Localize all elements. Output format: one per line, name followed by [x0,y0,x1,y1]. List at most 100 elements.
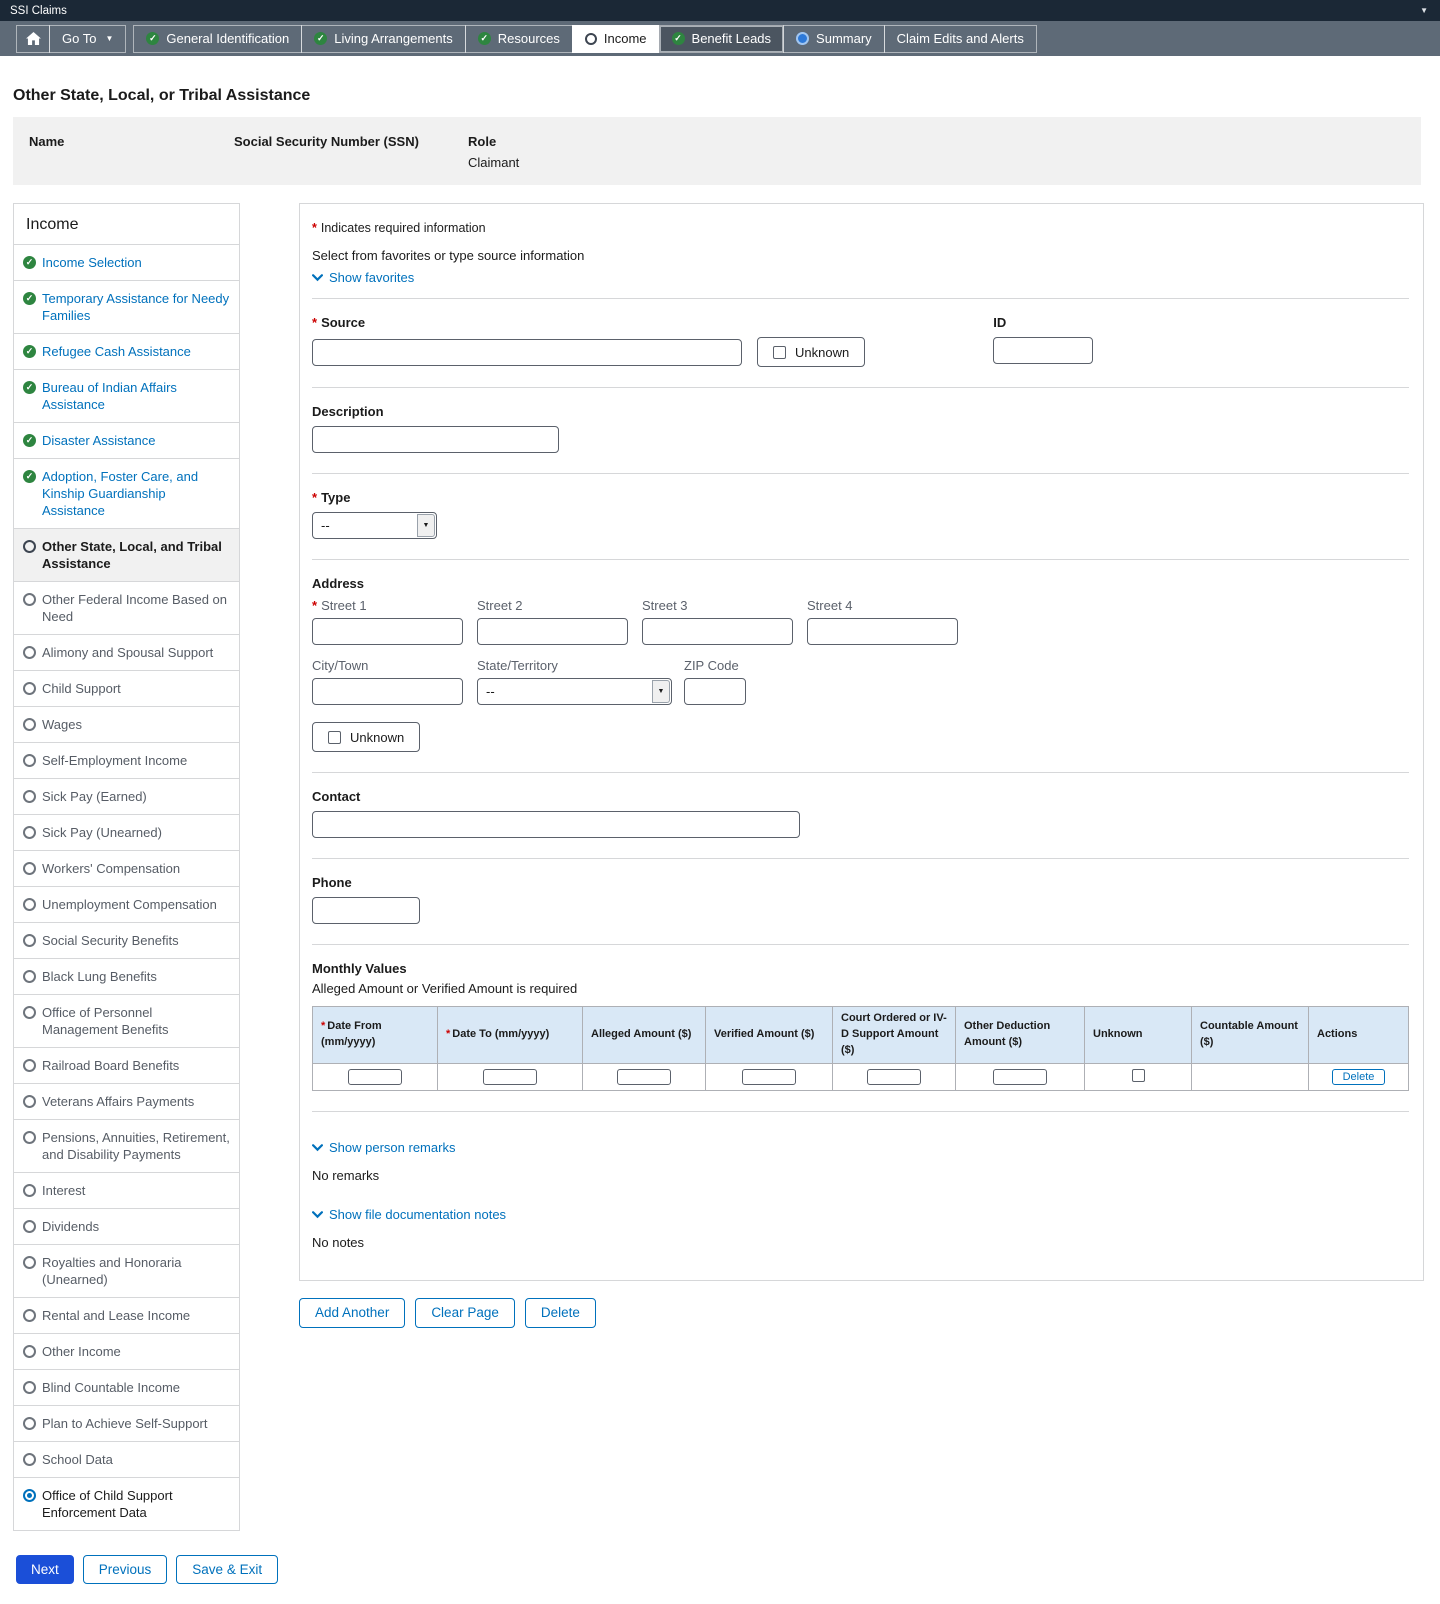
sidebar-item[interactable]: Royalties and Honoraria (Unearned) [14,1244,239,1297]
street1-input[interactable] [312,618,463,645]
home-button[interactable] [16,25,50,53]
chevron-down-icon [312,274,323,282]
sidebar-item[interactable]: Adoption, Foster Care, and Kinship Guard… [14,458,239,528]
sidebar-item[interactable]: Dividends [14,1208,239,1244]
sidebar-item[interactable]: Workers' Compensation [14,850,239,886]
checkbox-icon[interactable] [328,731,341,744]
row-unknown-checkbox[interactable] [1132,1069,1145,1082]
description-input[interactable] [312,426,559,453]
sidebar-item[interactable]: Bureau of Indian Affairs Assistance [14,369,239,422]
sidebar-item-label: Office of Child Support Enforcement Data [42,1487,231,1521]
sidebar-item[interactable]: Alimony and Spousal Support [14,634,239,670]
previous-button[interactable]: Previous [83,1555,168,1584]
id-input[interactable] [993,337,1093,364]
source-section: Source Unknown ID [312,299,1409,388]
sidebar-item[interactable]: Sick Pay (Unearned) [14,814,239,850]
sidebar-item[interactable]: Blind Countable Income [14,1369,239,1405]
sidebar-item[interactable]: School Data [14,1441,239,1477]
source-input[interactable] [312,339,742,366]
sidebar-item[interactable]: Temporary Assistance for Needy Families [14,280,239,333]
other-deduction-amount-input[interactable] [993,1069,1047,1085]
nav-tab[interactable]: Living Arrangements [301,25,466,53]
phone-input[interactable] [312,897,420,924]
required-asterisk [312,315,321,330]
nav-tab[interactable]: Benefit Leads [659,25,785,53]
sidebar-item[interactable]: Disaster Assistance [14,422,239,458]
income-sidebar: Income Income Selection Temporary Assist… [13,203,240,1531]
sidebar-item[interactable]: Unemployment Compensation [14,886,239,922]
street2-input[interactable] [477,618,628,645]
show-file-notes-link[interactable]: Show file documentation notes [312,1207,506,1222]
nav-tab[interactable]: General Identification [133,25,302,53]
sidebar-item-label: Dividends [42,1218,99,1235]
item-status-icon [23,934,36,947]
sidebar-item-label: Refugee Cash Assistance [42,343,191,360]
zip-input[interactable] [684,678,746,705]
type-select[interactable]: -- ▼ [312,512,437,539]
show-favorites-link[interactable]: Show favorites [312,270,414,285]
sidebar-item[interactable]: Plan to Achieve Self-Support [14,1405,239,1441]
nav-tab[interactable]: Income [572,25,660,53]
sidebar-item[interactable]: Self-Employment Income [14,742,239,778]
sidebar-item[interactable]: Other Income [14,1333,239,1369]
monthly-values-table: Date From (mm/yyyy) Date To (mm/yyyy) Al… [312,1006,1409,1091]
sidebar-item[interactable]: Railroad Board Benefits [14,1047,239,1083]
contact-input[interactable] [312,811,800,838]
street4-input[interactable] [807,618,958,645]
save-exit-button[interactable]: Save & Exit [176,1555,278,1584]
street3-input[interactable] [642,618,793,645]
court-ordered-amount-input[interactable] [867,1069,921,1085]
add-another-button[interactable]: Add Another [299,1298,405,1328]
verified-amount-input[interactable] [742,1069,796,1085]
sidebar-item[interactable]: Refugee Cash Assistance [14,333,239,369]
sidebar-item[interactable]: Other Federal Income Based on Need [14,581,239,634]
tab-status-icon [585,33,597,45]
file-notes-block: Show file documentation notes No notes [312,1207,1409,1250]
date-from-input[interactable] [348,1069,402,1085]
sidebar-item-label: Other Income [42,1343,121,1360]
sidebar-item-label: Sick Pay (Earned) [42,788,147,805]
sidebar-item[interactable]: Wages [14,706,239,742]
state-select[interactable]: -- ▼ [477,678,672,705]
sidebar-item[interactable]: Pensions, Annuities, Retirement, and Dis… [14,1119,239,1172]
sidebar-item-label: School Data [42,1451,113,1468]
delete-button[interactable]: Delete [525,1298,596,1328]
sidebar-item[interactable]: Income Selection [14,244,239,280]
next-button[interactable]: Next [16,1555,74,1584]
item-status-icon [23,470,36,483]
item-status-icon [23,790,36,803]
column-header: Date From (mm/yyyy) [313,1007,438,1064]
sidebar-item-label: Pensions, Annuities, Retirement, and Dis… [42,1129,231,1163]
alleged-amount-input[interactable] [617,1069,671,1085]
item-status-icon [23,1489,36,1502]
sidebar-item[interactable]: Office of Personnel Management Benefits [14,994,239,1047]
required-asterisk [312,490,321,505]
address-unknown-toggle[interactable]: Unknown [312,722,420,752]
sidebar-item[interactable]: Child Support [14,670,239,706]
contact-label: Contact [312,789,1409,804]
sidebar-item[interactable]: Black Lung Benefits [14,958,239,994]
sidebar-item[interactable]: Sick Pay (Earned) [14,778,239,814]
sidebar-item[interactable]: Interest [14,1172,239,1208]
sidebar-item[interactable]: Other State, Local, and Tribal Assistanc… [14,528,239,581]
show-person-remarks-link[interactable]: Show person remarks [312,1140,455,1155]
nav-tab[interactable]: Summary [783,25,885,53]
description-section: Description [312,388,1409,474]
source-unknown-toggle[interactable]: Unknown [757,337,865,367]
chevron-down-icon [312,1211,323,1219]
nav-tab[interactable]: Claim Edits and Alerts [884,25,1037,53]
sidebar-item-label: Social Security Benefits [42,932,179,949]
nav-tab[interactable]: Resources [465,25,573,53]
checkbox-icon[interactable] [773,346,786,359]
sidebar-item[interactable]: Veterans Affairs Payments [14,1083,239,1119]
header-dropdown-caret-icon[interactable]: ▼ [1420,6,1428,15]
city-input[interactable] [312,678,463,705]
goto-dropdown[interactable]: Go To ▼ [49,25,126,53]
row-delete-button[interactable]: Delete [1332,1069,1386,1085]
sidebar-item[interactable]: Rental and Lease Income [14,1297,239,1333]
sidebar-item[interactable]: Social Security Benefits [14,922,239,958]
sidebar-item-label: Adoption, Foster Care, and Kinship Guard… [42,468,231,519]
sidebar-item[interactable]: Office of Child Support Enforcement Data [14,1477,239,1530]
date-to-input[interactable] [483,1069,537,1085]
clear-page-button[interactable]: Clear Page [415,1298,515,1328]
